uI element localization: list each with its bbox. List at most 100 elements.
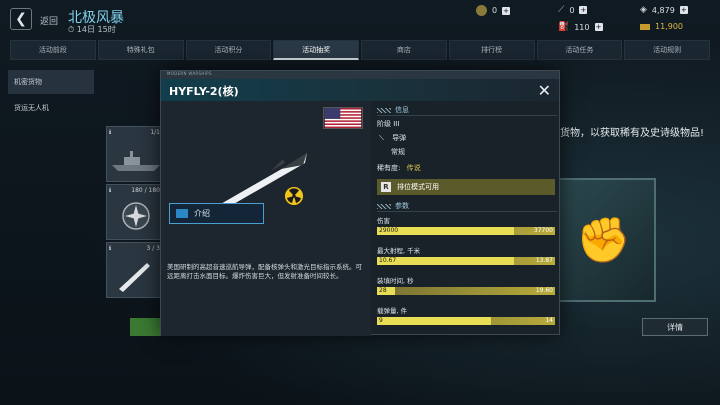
sidebar-item-cargo-drone[interactable]: 货运无人机 bbox=[8, 96, 94, 120]
add-silver-button[interactable]: + bbox=[679, 6, 688, 14]
resource-gold-bar: 11,900 bbox=[640, 22, 683, 31]
rarity-label: 稀有度: bbox=[377, 164, 401, 172]
tab-event-lottery[interactable]: 活动抽奖 bbox=[273, 40, 359, 60]
cargo-crate[interactable]: ✊ bbox=[556, 178, 656, 302]
event-tabs: 活动前段 特殊礼包 活动积分 活动抽奖 商店 排行榜 活动任务 活动规则 bbox=[10, 40, 710, 60]
add-fuel-button[interactable]: + bbox=[594, 23, 603, 31]
stat-label: 装填时间, 秒 bbox=[377, 277, 414, 285]
params-section-header: 参数 bbox=[377, 201, 409, 211]
ranked-mode-badge: R 排位模式可用 bbox=[377, 179, 555, 195]
chevron-left-icon: ❮ bbox=[15, 11, 27, 27]
missile-icon bbox=[119, 263, 150, 292]
info-section-header: 信息 bbox=[377, 105, 409, 115]
resource-gold-coin: 0 + bbox=[476, 5, 511, 16]
nuclear-icon bbox=[285, 187, 303, 205]
weapon-type: 导弹 bbox=[392, 134, 407, 142]
missile-ticket-icon: ⟋ bbox=[558, 5, 565, 15]
tab-event-points[interactable]: 活动积分 bbox=[185, 40, 272, 60]
modal-title: HYFLY-2(核) bbox=[169, 85, 239, 98]
info-icon[interactable]: ℹ bbox=[109, 187, 111, 194]
tab-shop[interactable]: 商店 bbox=[361, 40, 447, 60]
add-gold-button[interactable]: + bbox=[502, 6, 511, 15]
add-missile-button[interactable]: + bbox=[579, 6, 588, 14]
ranked-icon: R bbox=[381, 182, 391, 192]
warship-icon bbox=[112, 151, 160, 171]
resource-value: 11,900 bbox=[655, 22, 683, 31]
brand-text: MODERN WARSHIPS bbox=[167, 71, 212, 76]
modal-header: HYFLY-2(核) ✕ bbox=[161, 79, 559, 101]
missile-image bbox=[219, 153, 307, 209]
resource-silver: ◈ 4,879 + bbox=[640, 5, 688, 15]
stat-max-value: 14 bbox=[545, 317, 553, 324]
card-count: 1/1 bbox=[150, 129, 160, 136]
back-button[interactable]: ❮ bbox=[10, 8, 32, 30]
info-icon[interactable]: ℹ bbox=[109, 245, 111, 252]
item-card-emblem[interactable]: ℹ 180 / 180 bbox=[106, 184, 164, 240]
tab-event-prelude[interactable]: 活动前段 bbox=[10, 40, 96, 60]
stat-value: 28 bbox=[379, 287, 387, 294]
stat-bar: 28 19.60 bbox=[377, 287, 555, 295]
item-card-missile[interactable]: ℹ 3 / 3 bbox=[106, 242, 164, 298]
tab-leaderboard[interactable]: 排行榜 bbox=[448, 40, 535, 60]
book-icon bbox=[176, 209, 188, 218]
fist-emblem-icon: ✊ bbox=[576, 215, 631, 266]
details-button[interactable]: 详情 bbox=[642, 318, 708, 336]
stat-value: 10.67 bbox=[379, 257, 397, 264]
item-card-ship[interactable]: ℹ 1/1 bbox=[106, 126, 164, 182]
modal-strip: MODERN WARSHIPS bbox=[161, 71, 559, 79]
info-icon[interactable]: ℹ bbox=[109, 129, 111, 136]
rarity-row: 稀有度: 传说 bbox=[377, 163, 421, 173]
divider bbox=[377, 115, 557, 116]
fuel-icon: ⛽ bbox=[558, 22, 570, 32]
resource-value: 0 bbox=[569, 5, 575, 15]
item-preview-pane: 介绍 美国研制的高超音速巡航导弹，配备核弹头和激光目标指示系统。可远距离打击水面… bbox=[161, 101, 371, 336]
params-header-label: 参数 bbox=[395, 202, 409, 210]
tab-event-rules[interactable]: 活动规则 bbox=[624, 40, 710, 60]
top-bar: ❮ 返回 北极风暴 ⏱ 14日 15时 0 + ⟋ 0 + ◈ 4,879 + … bbox=[0, 0, 720, 38]
card-count: 3 / 3 bbox=[146, 245, 160, 252]
stat-max-value: 19.60 bbox=[535, 287, 553, 294]
ranked-mode-text: 排位模式可用 bbox=[397, 183, 439, 191]
stat-bar: 9 14 bbox=[377, 317, 555, 325]
gold-bar-icon bbox=[640, 23, 650, 30]
sidebar-item-secret-cargo[interactable]: 机密货物 bbox=[8, 70, 94, 94]
tier-text: 阶级 III bbox=[377, 120, 400, 128]
resource-fuel: ⛽ 110 + bbox=[558, 22, 603, 32]
stat-value: 9 bbox=[379, 317, 383, 324]
stripes-icon bbox=[377, 203, 391, 209]
compass-emblem-icon bbox=[122, 202, 150, 230]
stat-upgrade-fill bbox=[377, 287, 555, 295]
stat-label: 伤害 bbox=[377, 217, 390, 225]
stat-base-fill bbox=[377, 317, 491, 325]
stat-base-fill bbox=[377, 257, 515, 265]
divider bbox=[377, 211, 557, 212]
stripes-icon bbox=[377, 107, 391, 113]
intro-label: 介绍 bbox=[194, 209, 210, 218]
event-timer: ⏱ 14日 15时 bbox=[68, 24, 116, 35]
promo-text: 货物，以获取稀有及史诗级物品! bbox=[560, 128, 705, 139]
weapon-subtype: 常规 bbox=[391, 148, 405, 156]
tab-special-pack[interactable]: 特殊礼包 bbox=[97, 40, 184, 60]
silver-icon: ◈ bbox=[640, 5, 647, 15]
timer-text: 14日 15时 bbox=[76, 25, 116, 34]
usa-flag-icon bbox=[323, 107, 363, 129]
item-description: 美国研制的高超音速巡航导弹，配备核弹头和激光目标指示系统。可远距离打击水面目标。… bbox=[167, 263, 362, 280]
stat-max-value: 13.87 bbox=[535, 257, 553, 264]
card-count: 180 / 180 bbox=[131, 187, 160, 194]
back-label[interactable]: 返回 bbox=[40, 14, 58, 27]
close-icon[interactable]: ✕ bbox=[538, 81, 551, 100]
clock-icon: ⏱ bbox=[68, 25, 75, 34]
item-stats-pane: 信息 阶级 III ⟍ 导弹 常规 稀有度: 传说 R 排位模式可用 参数 伤害… bbox=[373, 101, 561, 336]
resource-value: 0 bbox=[492, 6, 498, 15]
stat-value: 29000 bbox=[379, 227, 399, 234]
stat-label: 最大射程, 千米 bbox=[377, 247, 421, 255]
item-detail-modal: MODERN WARSHIPS HYFLY-2(核) ✕ 介绍 美国研制的高超音… bbox=[160, 70, 561, 336]
info-header-label: 信息 bbox=[395, 106, 409, 114]
resource-value: 110 bbox=[574, 22, 590, 32]
resource-value: 4,879 bbox=[651, 5, 675, 15]
gold-coin-icon bbox=[476, 5, 487, 16]
intro-button[interactable]: 介绍 bbox=[169, 203, 264, 224]
tab-event-tasks[interactable]: 活动任务 bbox=[536, 40, 623, 60]
stat-max-value: 37700 bbox=[533, 227, 553, 234]
resource-missile: ⟋ 0 + bbox=[558, 5, 588, 15]
